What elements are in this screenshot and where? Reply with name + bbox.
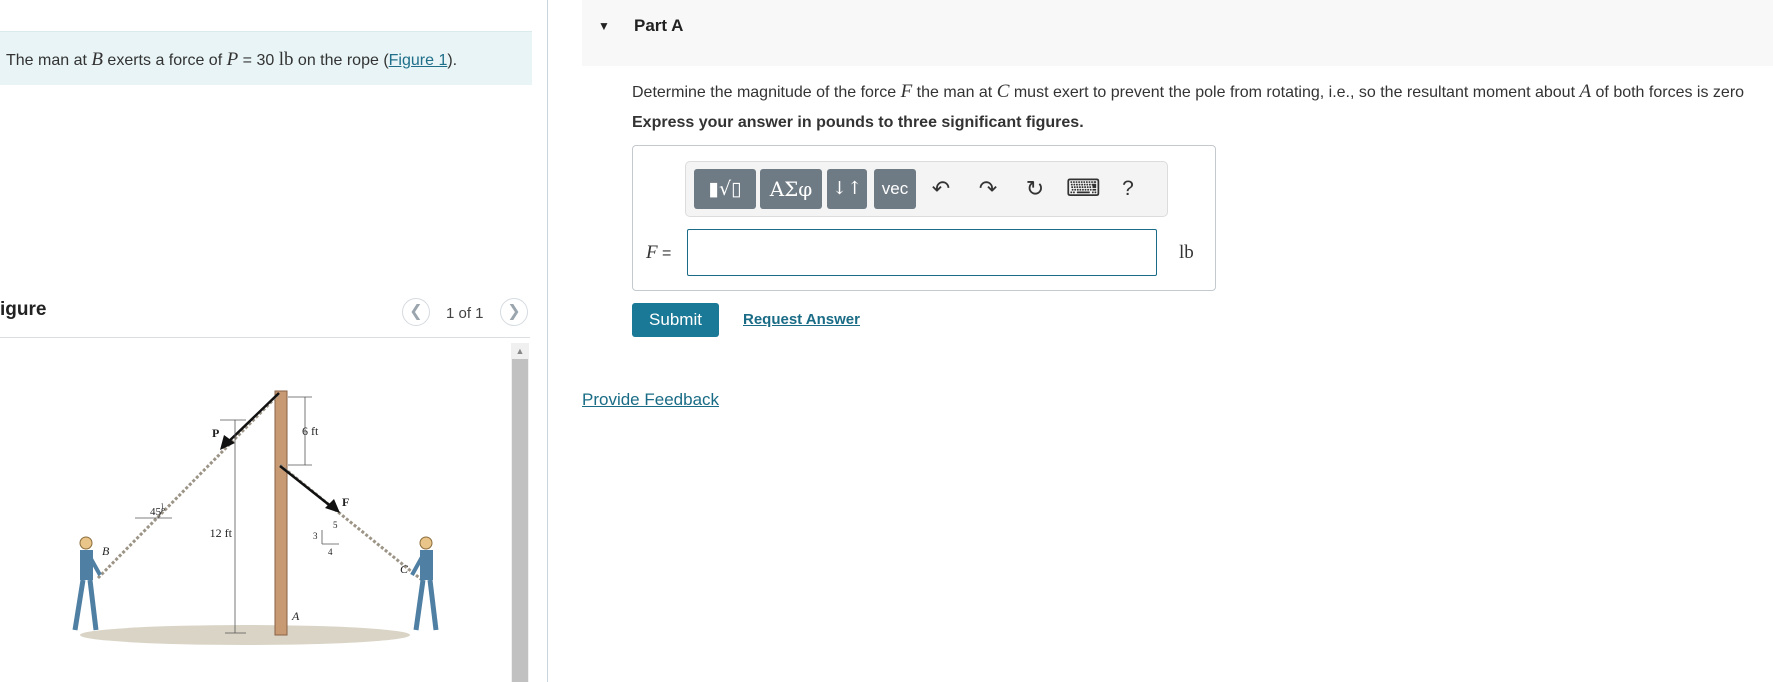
- answer-variable-label: F =: [646, 242, 671, 264]
- chevron-right-icon: ❯: [507, 303, 521, 320]
- divider: [0, 337, 530, 338]
- label-slope-5: 5: [333, 520, 338, 530]
- undo-icon[interactable]: ↶: [924, 170, 958, 208]
- question-text: Determine the magnitude of the force F t…: [632, 81, 1744, 103]
- vector-button[interactable]: vec: [874, 169, 916, 209]
- left-panel: The man at B exerts a force of P = 30 lb…: [0, 0, 548, 682]
- keyboard-icon[interactable]: ⌨: [1066, 170, 1101, 208]
- label-b: B: [102, 544, 110, 558]
- label-angle: 45°: [150, 506, 165, 518]
- panel-divider: [547, 0, 548, 682]
- label-12ft: 12 ft: [210, 526, 233, 540]
- chevron-left-icon: ❮: [409, 303, 423, 320]
- answer-instruction: Express your answer in pounds to three s…: [632, 114, 1084, 131]
- figure-next-button[interactable]: ❯: [500, 298, 528, 326]
- question-segment: Determine the magnitude of the force: [632, 84, 901, 101]
- force-f-arrow: [279, 465, 334, 509]
- point-c-symbol: C: [996, 81, 1010, 102]
- statement-text: = 30: [238, 52, 279, 69]
- question-segment: must exert to prevent the pole from rota…: [1009, 84, 1580, 101]
- man-c: [410, 536, 439, 631]
- label-slope-3: 3: [313, 531, 318, 541]
- label-slope-4: 4: [328, 547, 333, 557]
- help-icon[interactable]: ?: [1111, 170, 1145, 208]
- statement-text: exerts a force of: [102, 52, 227, 69]
- question-segment: of both forces is zero: [1591, 84, 1745, 101]
- pole: [274, 390, 288, 636]
- rope-b: [96, 393, 280, 580]
- label-p: P: [212, 426, 219, 440]
- force-p-arrow: [224, 392, 280, 446]
- redo-icon[interactable]: ↷: [971, 170, 1005, 208]
- submit-button[interactable]: Submit: [632, 303, 719, 337]
- statement-text: The man at: [6, 52, 92, 69]
- label-c: C: [400, 562, 409, 576]
- provide-feedback-link[interactable]: Provide Feedback: [582, 390, 719, 410]
- man-b: [72, 536, 102, 631]
- force-f-arrowhead: [325, 499, 340, 513]
- equals-sign: =: [657, 245, 672, 262]
- part-title: Part A: [634, 16, 684, 35]
- label-f: F: [342, 495, 349, 509]
- scrollbar-thumb[interactable]: [512, 359, 528, 682]
- statement-text: on the rope (: [293, 52, 389, 69]
- reset-icon[interactable]: ↻: [1018, 170, 1052, 208]
- ground: [80, 625, 410, 645]
- templates-button[interactable]: ▮√▯: [694, 169, 756, 209]
- unit-lb: lb: [278, 49, 294, 70]
- math-toolbar: ▮√▯ ΑΣφ ↓↑ vec ↶ ↷ ↻ ⌨ ?: [685, 161, 1168, 217]
- point-b-symbol: B: [91, 49, 103, 70]
- label-6ft: 6 ft: [302, 424, 319, 438]
- greek-symbols-button[interactable]: ΑΣφ: [760, 169, 822, 209]
- answer-var-symbol: F: [646, 242, 658, 263]
- answer-unit: lb: [1179, 242, 1194, 263]
- statement-text: ).: [447, 52, 458, 69]
- problem-statement: The man at B exerts a force of P = 30 lb…: [0, 31, 532, 85]
- figure-link[interactable]: Figure 1: [389, 52, 448, 69]
- request-answer-link[interactable]: Request Answer: [743, 311, 860, 328]
- caret-down-icon[interactable]: ▼: [598, 19, 610, 33]
- figure-prev-button[interactable]: ❮: [402, 298, 430, 326]
- answer-input[interactable]: [687, 229, 1157, 276]
- figure-title: igure: [0, 299, 47, 320]
- arrows-button[interactable]: ↓↑: [827, 169, 867, 209]
- figure-pager-text: 1 of 1: [446, 305, 484, 322]
- force-f-symbol: F: [900, 81, 913, 102]
- label-a: A: [291, 609, 300, 623]
- part-header[interactable]: [582, 0, 1773, 66]
- point-a-symbol: A: [1579, 81, 1592, 102]
- question-segment: the man at: [912, 84, 997, 101]
- scroll-up-arrow-icon[interactable]: ▲: [511, 343, 529, 359]
- force-p-symbol: P: [226, 49, 239, 70]
- figure-image: P F B C A 6 ft 12 ft 45° 3 4 5: [72, 390, 439, 645]
